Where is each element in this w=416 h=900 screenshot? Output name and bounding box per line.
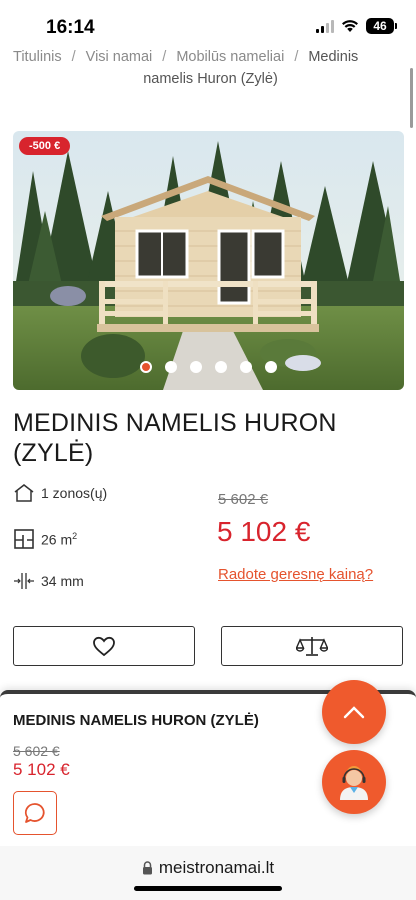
current-price: 5 102 € xyxy=(217,516,311,547)
breadcrumb-item-current-part2: namelis Huron (Zylė) xyxy=(143,71,278,87)
compare-button[interactable] xyxy=(221,626,403,666)
spec-zones: 1 zonos(ų) xyxy=(13,483,107,503)
breadcrumb-item-mobile-houses[interactable]: Mobilūs nameliai xyxy=(176,49,284,65)
url-display[interactable]: meistronamai.lt xyxy=(0,858,416,878)
gallery-dot[interactable] xyxy=(265,361,277,373)
gallery-dot[interactable] xyxy=(140,361,152,373)
gallery-dot[interactable] xyxy=(240,361,252,373)
breadcrumb-item-current-part1: Medinis xyxy=(308,49,359,65)
support-agent-icon xyxy=(340,766,368,800)
wifi-icon xyxy=(342,20,358,32)
sticky-current-price: 5 102 € xyxy=(13,760,70,779)
chat-button[interactable] xyxy=(13,791,57,835)
discount-badge: -500 € xyxy=(19,137,71,155)
product-title: MEDINIS NAMELIS HURON (ZYLĖ) xyxy=(13,409,337,467)
scroll-indicator xyxy=(410,68,413,128)
status-bar: 16:14 46 xyxy=(0,0,416,44)
status-icons: 46 xyxy=(316,18,397,34)
spec-zones-value: 1 zonos(ų) xyxy=(41,485,108,501)
browser-url-bar[interactable]: meistronamai.lt xyxy=(0,846,416,900)
gallery-dot[interactable] xyxy=(215,361,227,373)
scroll-to-top-button[interactable] xyxy=(322,680,386,744)
sticky-old-price: 5 602 € xyxy=(13,743,60,759)
scale-icon xyxy=(296,637,328,656)
old-price: 5 602 € xyxy=(218,491,269,508)
url-text: meistronamai.lt xyxy=(158,858,275,877)
status-time: 16:14 xyxy=(46,17,95,38)
lock-icon xyxy=(142,861,152,875)
spec-area: 26 m2 xyxy=(13,528,77,550)
home-indicator xyxy=(134,886,282,891)
floor-plan-icon xyxy=(14,529,34,549)
chat-bubble-icon xyxy=(24,803,45,823)
better-price-link[interactable]: Radote geresnę kainą? xyxy=(218,566,373,583)
gallery-dots xyxy=(13,361,404,373)
gallery-dot[interactable] xyxy=(190,361,202,373)
heart-icon xyxy=(93,636,115,656)
breadcrumb-item-home[interactable]: Titulinis xyxy=(13,49,62,65)
sticky-product-title: MEDINIS NAMELIS HURON (ZYLĖ) xyxy=(13,712,259,729)
battery-icon: 46 xyxy=(366,18,397,34)
spec-wall-thickness: 34 mm xyxy=(13,572,84,590)
spec-area-value: 26 m2 xyxy=(41,530,78,548)
chevron-up-icon xyxy=(343,706,365,719)
signal-icon xyxy=(316,19,334,33)
wall-thickness-icon xyxy=(14,573,34,589)
breadcrumb-item-all-houses[interactable]: Visi namai xyxy=(86,49,153,65)
support-agent-button[interactable] xyxy=(322,750,386,814)
add-to-favorites-button[interactable] xyxy=(13,626,195,666)
spec-wall-thickness-value: 34 mm xyxy=(41,573,84,589)
product-gallery[interactable]: -500 € xyxy=(13,131,404,390)
house-icon xyxy=(14,484,34,502)
gallery-dot[interactable] xyxy=(165,361,177,373)
breadcrumb: Titulinis / Visi namai / Mobilūs nameliai / Me… xyxy=(13,46,408,90)
product-photo xyxy=(13,131,404,390)
